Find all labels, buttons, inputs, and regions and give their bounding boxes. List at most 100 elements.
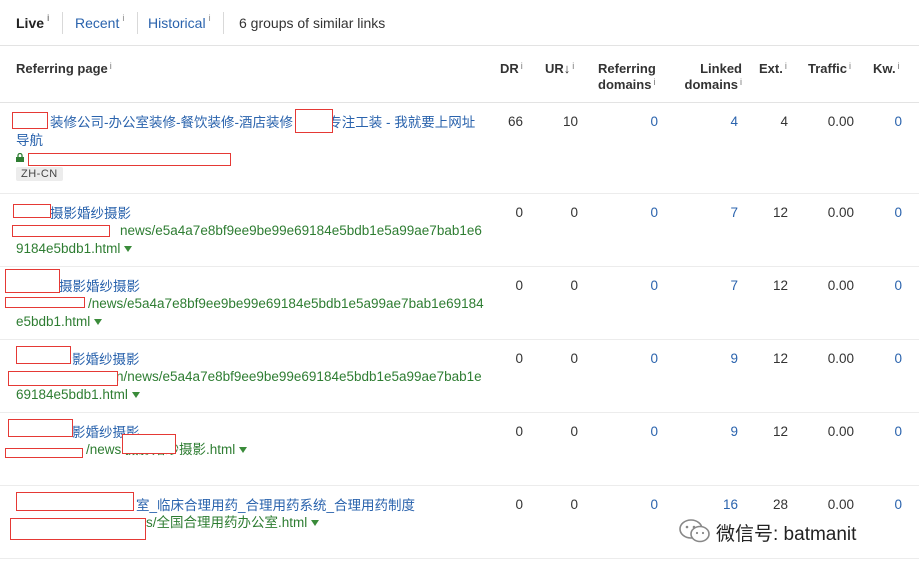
redaction-box [12, 225, 110, 237]
info-icon[interactable]: i [209, 13, 211, 23]
wechat-watermark: 微信号: batmanit [676, 515, 916, 547]
table-row: 摄影婚纱摄影 news/e5a4a7e8bf9ee9be99e69184e5bd… [0, 194, 919, 267]
traffic-value: 0.00 [827, 497, 854, 512]
redaction-box [5, 297, 85, 308]
url-text: /news/e5a4a7e8bf9ee9be99e69184e5bdb1e5a9… [16, 296, 484, 329]
info-icon[interactable]: i [572, 61, 574, 71]
kw-link[interactable]: 0 [870, 424, 902, 439]
kw-link[interactable]: 0 [870, 497, 902, 512]
watermark-text: 微信号: batmanit [716, 524, 857, 545]
referring-page-title[interactable]: 影婚纱摄影 [16, 351, 480, 369]
tab-live[interactable]: Live i [16, 13, 50, 31]
column-label: Referring [598, 61, 656, 76]
referring-page-title[interactable]: 装修公司-办公室装修-餐饮装修-酒店装修 装饰-专注工装 - 我就要上网址导航 [16, 114, 480, 150]
column-label: domains [684, 77, 738, 92]
ur-value: 0 [570, 205, 578, 220]
column-label: UR [545, 61, 564, 76]
traffic-value: 0.00 [827, 424, 854, 439]
table-row: 装修公司-办公室装修-餐饮装修-酒店装修 装饰-专注工装 - 我就要上网址导航 … [0, 103, 919, 194]
redaction-box [5, 269, 60, 293]
info-icon[interactable]: i [110, 61, 112, 71]
referring-page-title[interactable]: 影婚纱摄影 [16, 424, 480, 442]
tab-recent[interactable]: Recent i [75, 13, 124, 31]
info-icon[interactable]: i [521, 61, 523, 71]
column-referring-domains[interactable]: Referring domains i [598, 61, 656, 93]
tab-divider [62, 12, 63, 34]
referring-domains-link[interactable]: 0 [620, 278, 658, 293]
dropdown-caret-icon[interactable] [94, 319, 103, 326]
dropdown-caret-icon[interactable] [311, 520, 320, 527]
ext-value: 12 [772, 278, 788, 293]
redaction-box [28, 153, 231, 166]
referring-page-title[interactable]: 摄影婚纱摄影 [16, 278, 480, 296]
traffic-value: 0.00 [827, 351, 854, 366]
ext-value: 28 [772, 497, 788, 512]
groups-count[interactable]: 6 groups of similar links [239, 15, 385, 31]
ur-value: 0 [570, 497, 578, 512]
traffic-value: 0.00 [827, 278, 854, 293]
linked-domains-link[interactable]: 7 [700, 205, 738, 220]
dropdown-caret-icon[interactable] [239, 447, 248, 454]
info-icon[interactable]: i [47, 13, 50, 23]
info-icon[interactable]: i [785, 61, 787, 71]
linked-domains-link[interactable]: 16 [700, 497, 738, 512]
column-ext[interactable]: Ext. i [759, 61, 787, 77]
info-icon[interactable]: i [122, 13, 124, 23]
column-label: Linked [700, 61, 742, 76]
referring-page-url[interactable]: /news/e5a4a7e8bf9ee9be99e69184e5bdb1e5a9… [16, 295, 486, 331]
column-ur[interactable]: UR↓ i [545, 61, 574, 77]
column-dr[interactable]: DR i [500, 61, 523, 77]
column-label: Referring page [16, 61, 108, 76]
redaction-box [16, 492, 134, 511]
dropdown-caret-icon[interactable] [124, 246, 133, 253]
dr-value: 0 [515, 278, 523, 293]
referring-domains-link[interactable]: 0 [620, 114, 658, 129]
kw-link[interactable]: 0 [870, 205, 902, 220]
info-icon[interactable]: i [849, 61, 851, 71]
tab-historical[interactable]: Historical i [148, 13, 211, 31]
table-row: 摄影婚纱摄影 /news/e5a4a7e8bf9ee9be99e69184e5b… [0, 267, 919, 340]
referring-domains-link[interactable]: 0 [620, 497, 658, 512]
tab-divider [223, 12, 224, 34]
info-icon[interactable]: i [653, 77, 655, 87]
table-row: 影婚纱摄影 n/news/e5a4a7e8bf9ee9be99e69184e5b… [0, 340, 919, 413]
info-icon[interactable]: i [740, 77, 742, 87]
tab-recent-label: Recent [75, 15, 120, 31]
column-label: Ext. [759, 61, 783, 76]
table-header: Referring page i DR i UR↓ i Referring domain… [0, 47, 919, 103]
linked-domains-link[interactable]: 9 [700, 424, 738, 439]
redaction-box [8, 371, 118, 386]
column-referring-page[interactable]: Referring page i [16, 61, 112, 77]
info-icon[interactable]: i [898, 61, 900, 71]
traffic-value: 0.00 [827, 205, 854, 220]
redaction-box [10, 518, 146, 540]
tab-bar: Live i Recent i Historical i 6 groups of si… [0, 0, 919, 46]
referring-domains-link[interactable]: 0 [620, 424, 658, 439]
kw-link[interactable]: 0 [870, 114, 902, 129]
linked-domains-link[interactable]: 7 [700, 278, 738, 293]
column-label: Kw. [873, 61, 896, 76]
redaction-box [8, 419, 73, 437]
dr-value: 0 [515, 424, 523, 439]
referring-page-title[interactable]: 摄影婚纱摄影 [16, 205, 480, 223]
linked-domains-link[interactable]: 4 [700, 114, 738, 129]
wechat-icon [679, 519, 710, 543]
referring-domains-link[interactable]: 0 [620, 351, 658, 366]
referring-page-url[interactable]: /news 摄影婚纱摄影.html [16, 441, 486, 459]
traffic-value: 0.00 [827, 114, 854, 129]
linked-domains-link[interactable]: 9 [700, 351, 738, 366]
ext-value: 12 [772, 424, 788, 439]
redaction-box [12, 112, 48, 129]
dr-value: 66 [507, 114, 523, 129]
referring-domains-link[interactable]: 0 [620, 205, 658, 220]
column-linked-domains[interactable]: Linked domains i [672, 61, 742, 93]
kw-link[interactable]: 0 [870, 351, 902, 366]
redaction-box [13, 204, 51, 218]
column-kw[interactable]: Kw. i [873, 61, 900, 77]
ur-value: 0 [570, 351, 578, 366]
ur-value: 0 [570, 424, 578, 439]
column-traffic[interactable]: Traffic i [808, 61, 851, 77]
kw-link[interactable]: 0 [870, 278, 902, 293]
redaction-box [16, 346, 71, 364]
dropdown-caret-icon[interactable] [131, 392, 140, 399]
